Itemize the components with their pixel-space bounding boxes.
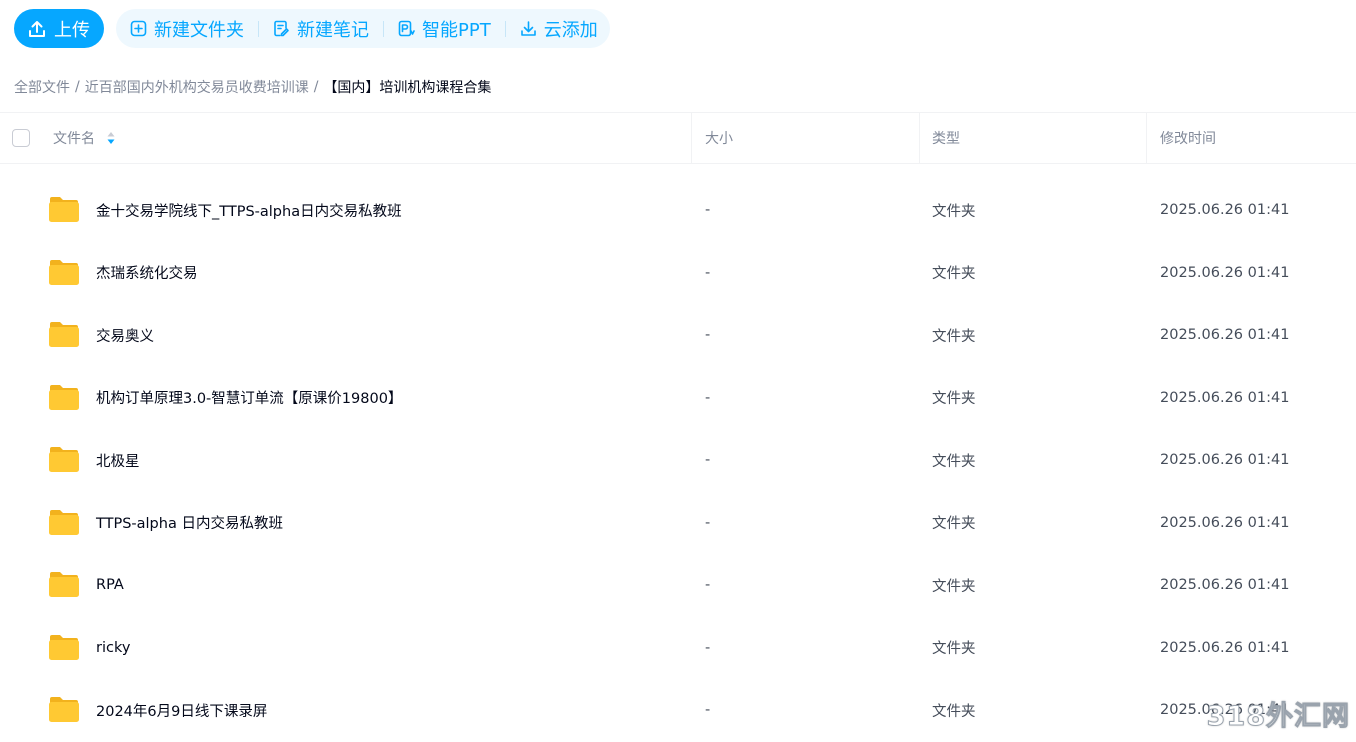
sort-icon[interactable]: [107, 131, 115, 145]
header-modified[interactable]: 修改时间: [1160, 113, 1216, 163]
file-name[interactable]: 交易奥义: [96, 304, 154, 366]
file-name[interactable]: ricky: [96, 617, 130, 679]
folder-icon: [48, 570, 80, 598]
header-name[interactable]: 文件名: [53, 113, 115, 163]
upload-button[interactable]: 上传: [14, 9, 104, 48]
file-name[interactable]: 北极星: [96, 429, 140, 491]
file-type: 文件夹: [932, 617, 976, 679]
folder-icon: [48, 383, 80, 411]
new-folder-label: 新建文件夹: [154, 16, 244, 42]
file-type: 文件夹: [932, 304, 976, 366]
file-size: -: [705, 304, 710, 366]
cloud-add-button[interactable]: 云添加: [518, 16, 600, 42]
table-row[interactable]: 金十交易学院线下_TTPS-alpha日内交易私教班 - 文件夹 2025.06…: [0, 179, 1356, 242]
tool-group: 新建文件夹 新建笔记 智能PPT 云添加: [116, 9, 610, 48]
table-row[interactable]: 杰瑞系统化交易 - 文件夹 2025.06.26 01:41: [0, 242, 1356, 305]
file-name[interactable]: 2024年6月9日线下课录屏: [96, 679, 267, 741]
file-modified: 2025.06.26 01:41: [1160, 304, 1289, 366]
file-modified: 2025.06.26 01:41: [1160, 367, 1289, 429]
breadcrumb: 全部文件 / 近百部国内外机构交易员收费培训课 / 【国内】培训机构课程合集: [14, 77, 491, 97]
select-all-checkbox[interactable]: [12, 129, 30, 147]
download-icon: [520, 20, 537, 37]
file-type: 文件夹: [932, 679, 976, 741]
file-modified: 2025.06.26 01:41: [1160, 429, 1289, 491]
tool-divider: [258, 21, 259, 37]
file-modified: 2025.06.26 01:41: [1160, 554, 1289, 616]
file-size: -: [705, 492, 710, 554]
table-row[interactable]: 北极星 - 文件夹 2025.06.26 01:41: [0, 429, 1356, 492]
header-divider: [1146, 113, 1147, 163]
breadcrumb-separator: /: [75, 79, 80, 95]
file-size: -: [705, 617, 710, 679]
table-row[interactable]: 交易奥义 - 文件夹 2025.06.26 01:41: [0, 304, 1356, 367]
folder-icon: [48, 508, 80, 536]
file-name[interactable]: TTPS-alpha 日内交易私教班: [96, 492, 283, 554]
file-size: -: [705, 679, 710, 741]
file-modified: 2025.06.26 01:41: [1160, 492, 1289, 554]
table-row[interactable]: 机构订单原理3.0-智慧订单流【原课价19800】 - 文件夹 2025.06.…: [0, 367, 1356, 430]
file-name[interactable]: 金十交易学院线下_TTPS-alpha日内交易私教班: [96, 179, 402, 241]
header-modified-label: 修改时间: [1160, 128, 1216, 148]
new-note-label: 新建笔记: [297, 16, 369, 42]
cloud-add-label: 云添加: [544, 16, 598, 42]
file-type: 文件夹: [932, 367, 976, 429]
file-type: 文件夹: [932, 242, 976, 304]
table-row[interactable]: RPA - 文件夹 2025.06.26 01:41: [0, 554, 1356, 617]
header-size-label: 大小: [705, 128, 733, 148]
file-size: -: [705, 429, 710, 491]
tool-divider: [383, 21, 384, 37]
file-modified: 2025.06.26 01:41: [1160, 242, 1289, 304]
table-row[interactable]: ricky - 文件夹 2025.06.26 01:41: [0, 617, 1356, 680]
table-row[interactable]: 2024年6月9日线下课录屏 - 文件夹 2025.06.26 01:41: [0, 679, 1356, 742]
watermark-logo: 318外汇网: [1207, 694, 1350, 733]
file-size: -: [705, 554, 710, 616]
file-name[interactable]: 机构订单原理3.0-智慧订单流【原课价19800】: [96, 367, 402, 429]
breadcrumb-level1[interactable]: 近百部国内外机构交易员收费培训课: [85, 77, 309, 97]
upload-icon: [28, 20, 46, 38]
breadcrumb-separator: /: [314, 79, 319, 95]
folder-icon: [48, 320, 80, 348]
file-modified: 2025.06.26 01:41: [1160, 617, 1289, 679]
breadcrumb-root[interactable]: 全部文件: [14, 77, 70, 97]
header-divider: [691, 113, 692, 163]
header-size[interactable]: 大小: [705, 113, 733, 163]
header-type-label: 类型: [932, 128, 960, 148]
file-type: 文件夹: [932, 492, 976, 554]
plus-square-icon: [130, 20, 147, 37]
table-row[interactable]: TTPS-alpha 日内交易私教班 - 文件夹 2025.06.26 01:4…: [0, 492, 1356, 555]
file-modified: 2025.06.26 01:41: [1160, 179, 1289, 241]
ppt-icon: [398, 20, 415, 37]
file-type: 文件夹: [932, 179, 976, 241]
header-divider: [919, 113, 920, 163]
file-type: 文件夹: [932, 554, 976, 616]
folder-icon: [48, 633, 80, 661]
new-folder-button[interactable]: 新建文件夹: [128, 16, 246, 42]
folder-icon: [48, 695, 80, 723]
tool-divider: [505, 21, 506, 37]
upload-label: 上传: [54, 16, 90, 42]
header-type[interactable]: 类型: [932, 113, 960, 163]
header-name-label: 文件名: [53, 128, 95, 148]
folder-icon: [48, 258, 80, 286]
folder-icon: [48, 445, 80, 473]
breadcrumb-current: 【国内】培训机构课程合集: [323, 77, 491, 97]
note-edit-icon: [273, 20, 290, 37]
table-header: 文件名 大小 类型 修改时间: [0, 112, 1356, 164]
folder-icon: [48, 195, 80, 223]
file-size: -: [705, 367, 710, 429]
smart-ppt-button[interactable]: 智能PPT: [396, 16, 493, 42]
file-size: -: [705, 179, 710, 241]
file-list: 金十交易学院线下_TTPS-alpha日内交易私教班 - 文件夹 2025.06…: [0, 179, 1356, 742]
file-name[interactable]: RPA: [96, 554, 124, 616]
file-name[interactable]: 杰瑞系统化交易: [96, 242, 198, 304]
new-note-button[interactable]: 新建笔记: [271, 16, 371, 42]
file-size: -: [705, 242, 710, 304]
smart-ppt-label: 智能PPT: [422, 16, 491, 42]
toolbar: 上传 新建文件夹 新建笔记 智能PPT: [14, 9, 610, 48]
file-type: 文件夹: [932, 429, 976, 491]
